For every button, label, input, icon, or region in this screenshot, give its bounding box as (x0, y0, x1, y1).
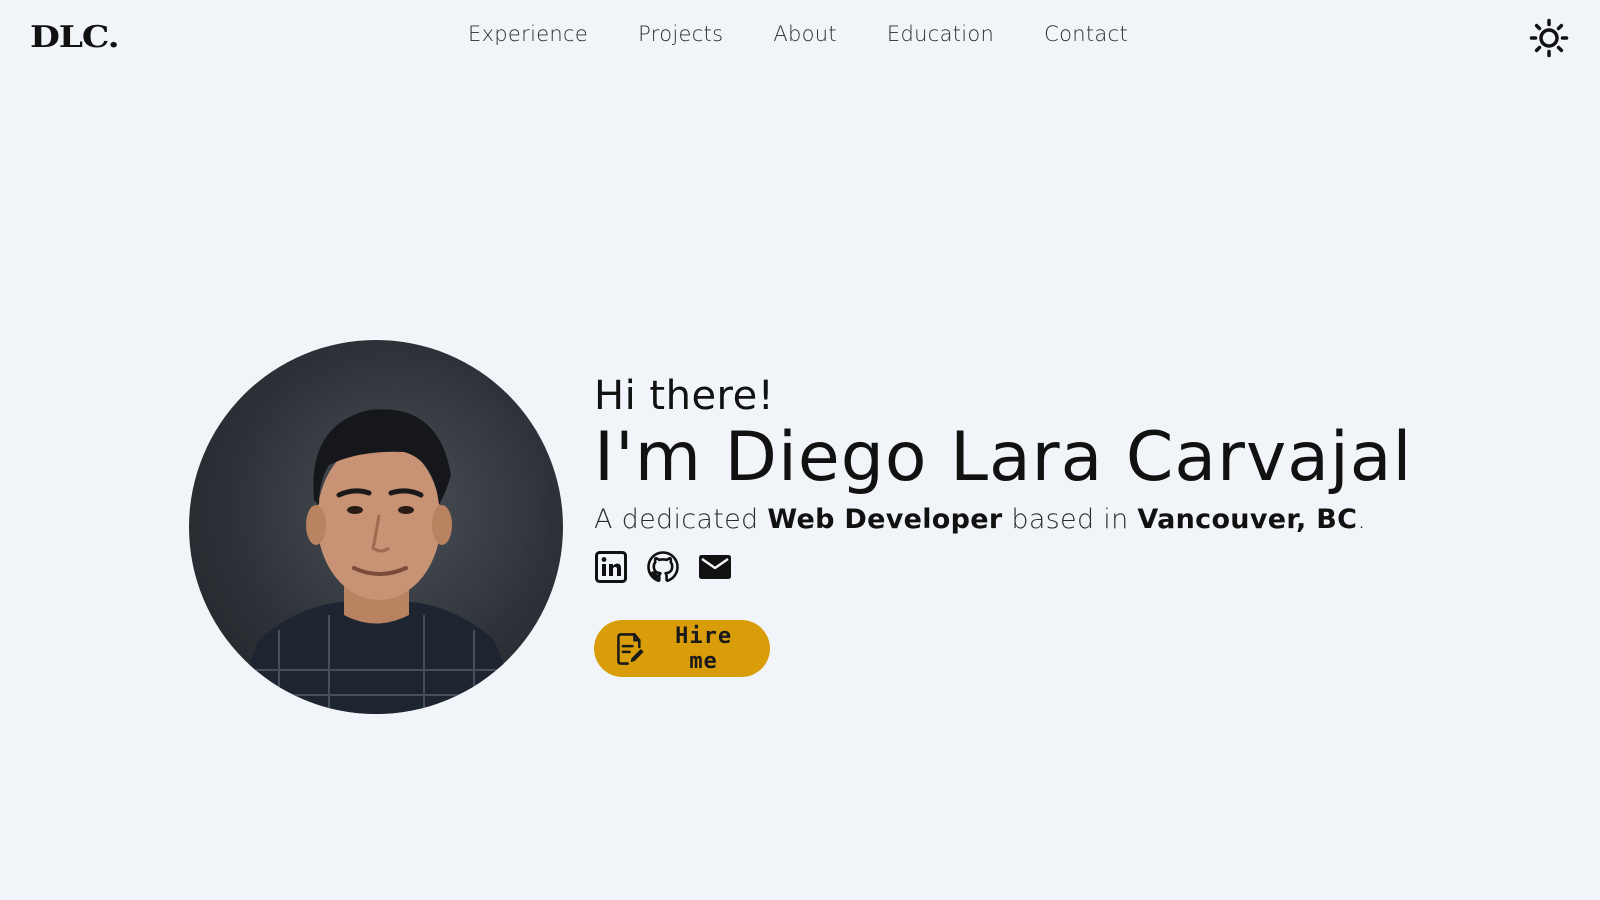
github-link[interactable] (646, 550, 680, 584)
tagline-location: Vancouver, BC (1137, 504, 1358, 535)
tagline-suffix: . (1357, 504, 1367, 535)
profile-photo (189, 340, 563, 714)
profile-photo-illustration (229, 409, 524, 714)
greeting-text: Hi there! (594, 373, 775, 419)
tagline-prefix: A dedicated (594, 504, 768, 535)
hero-section: Hi there! I'm Diego Lara Carvajal A dedi… (0, 0, 1600, 900)
hire-me-button[interactable]: Hire me (594, 620, 770, 677)
linkedin-link[interactable] (594, 550, 628, 584)
hero-text: Hi there! I'm Diego Lara Carvajal A dedi… (594, 372, 1494, 584)
github-icon (647, 551, 679, 583)
social-links (594, 550, 1494, 584)
linkedin-icon (595, 551, 627, 583)
hire-me-label: Hire me (675, 623, 733, 674)
hero-name: I'm Diego Lara Carvajal (594, 418, 1413, 497)
tagline-middle: based in (1002, 504, 1138, 535)
tagline-role: Web Developer (767, 504, 1003, 535)
document-edit-icon (617, 632, 644, 665)
hero-tagline: A dedicated Web Developer based in Vanco… (594, 502, 1494, 538)
email-icon (699, 555, 731, 579)
email-link[interactable] (698, 550, 732, 584)
